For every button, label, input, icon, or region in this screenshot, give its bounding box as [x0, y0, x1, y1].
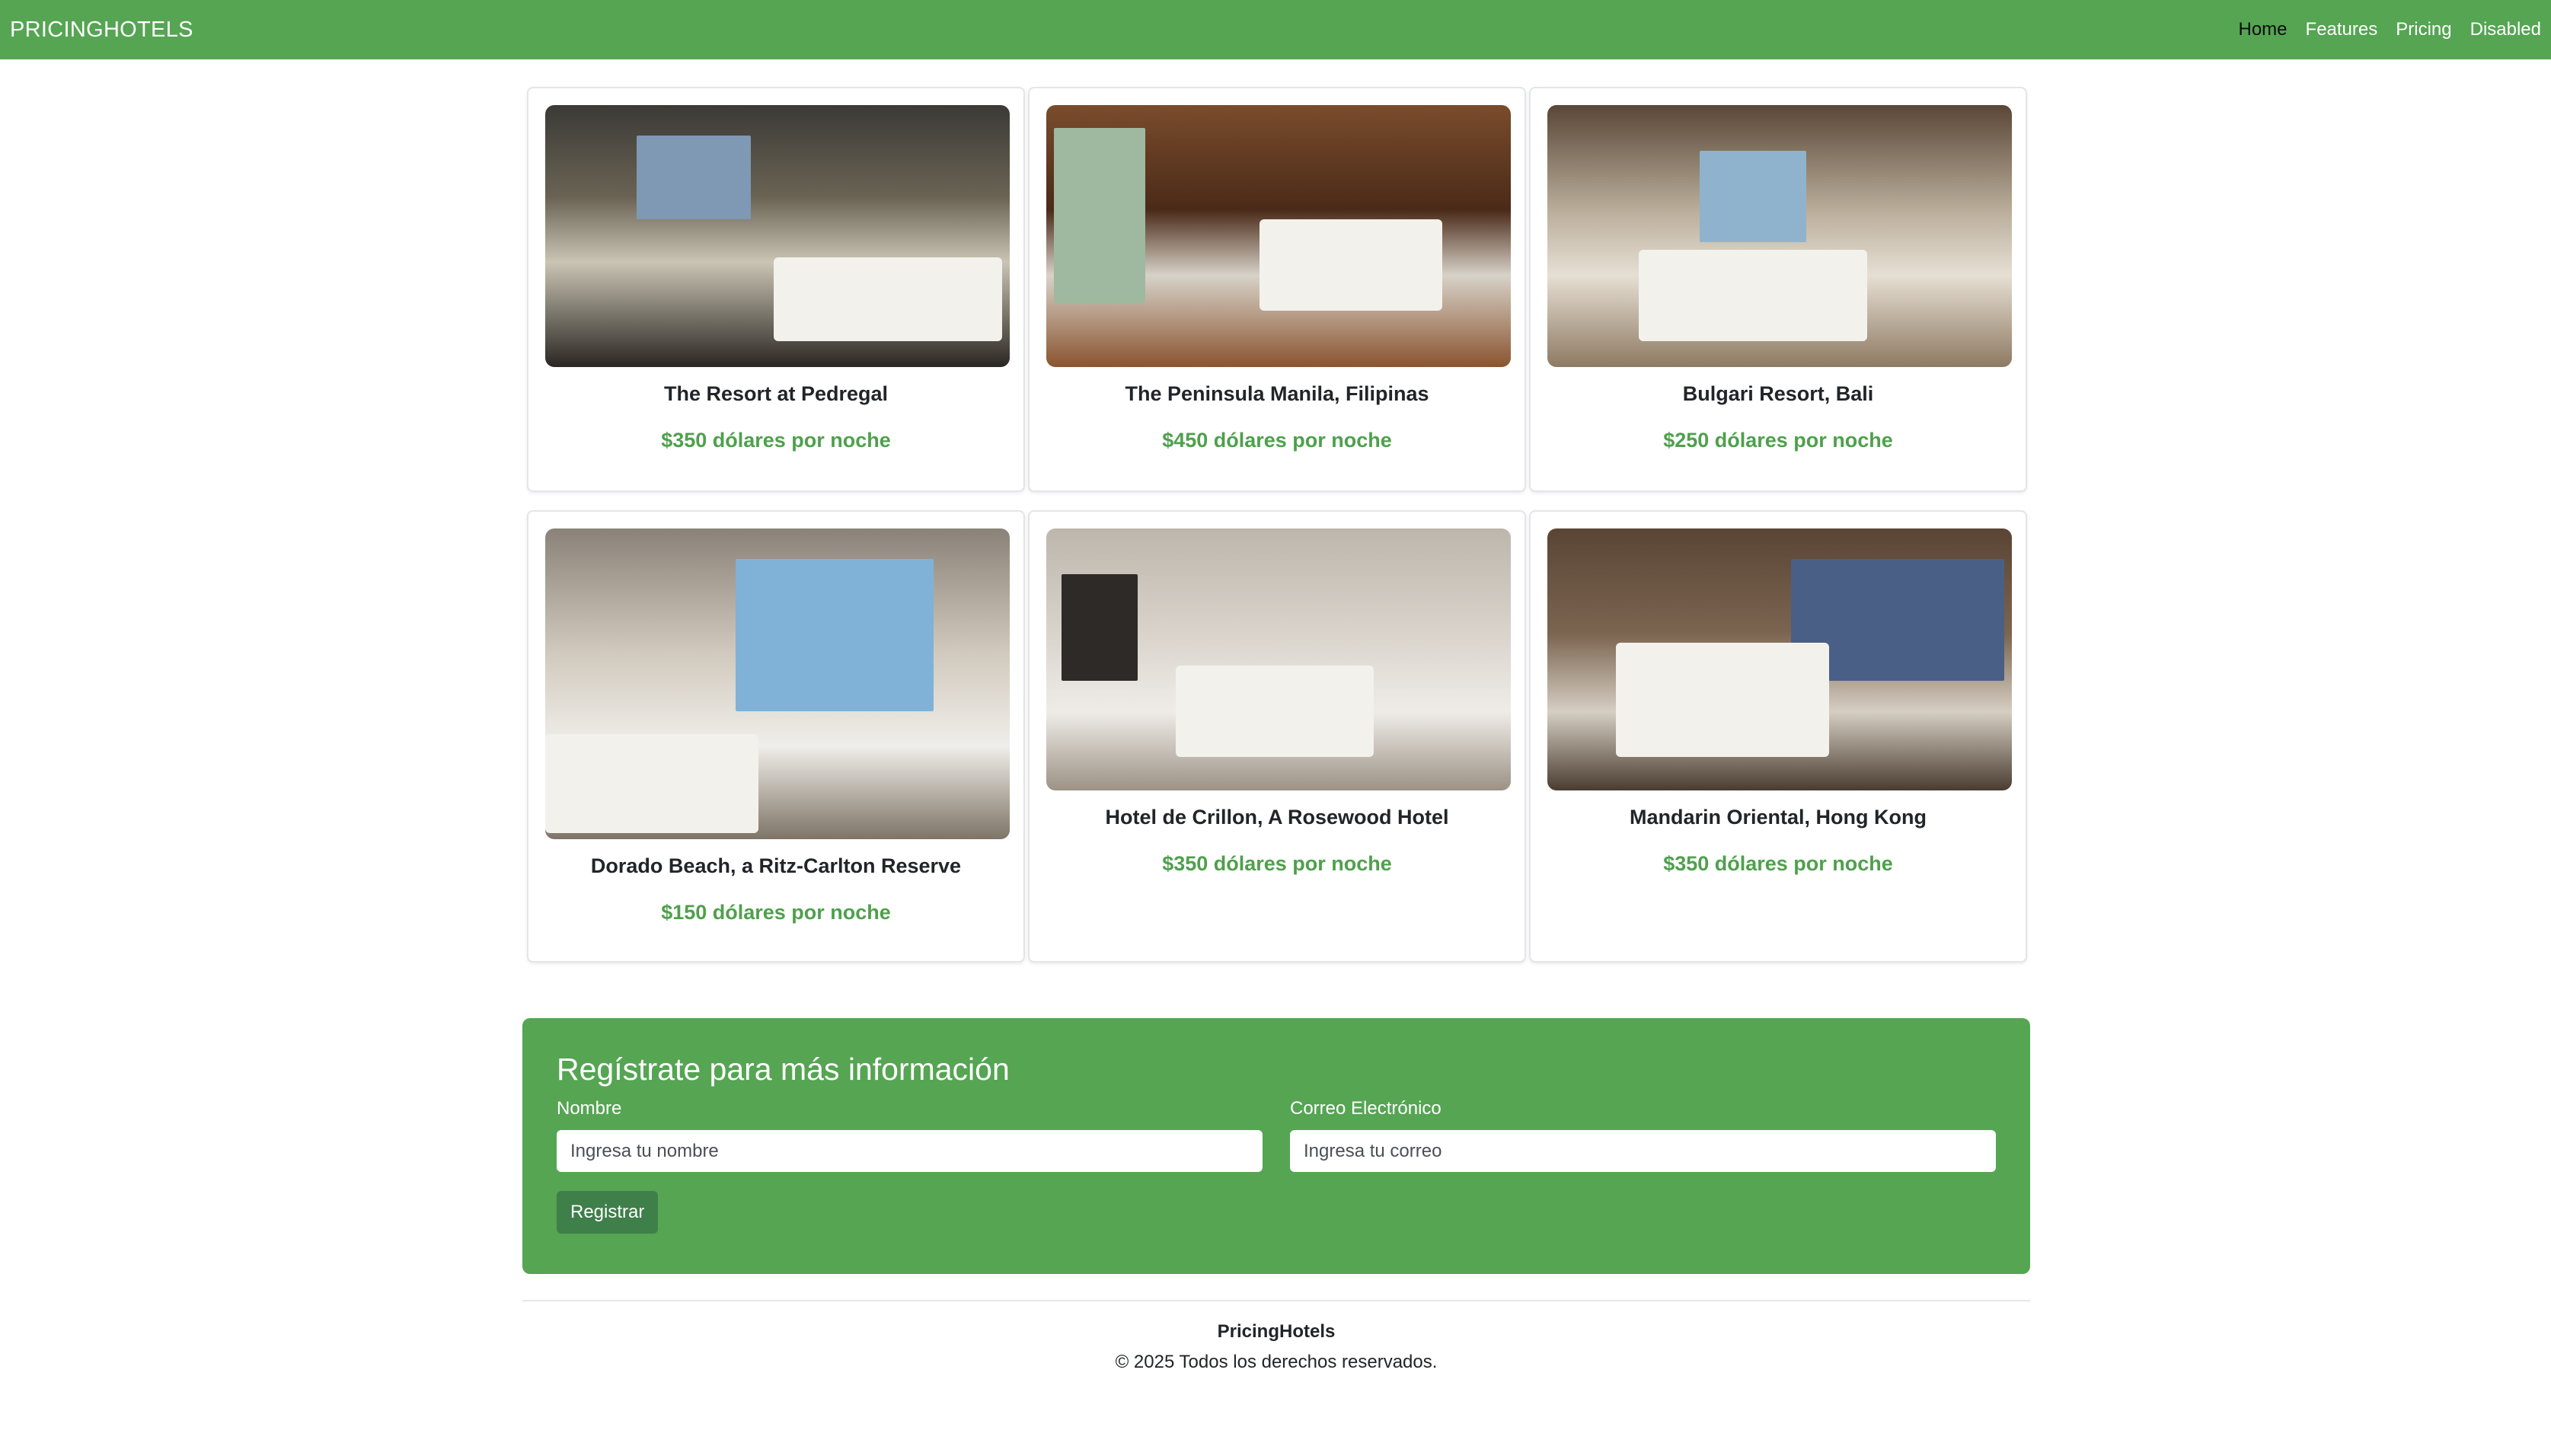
- bed: [1616, 643, 1829, 757]
- footer-copyright: © 2025 Todos los derechos reservados.: [1115, 1352, 1438, 1372]
- bed: [774, 257, 1002, 341]
- nav-link-pricing[interactable]: Pricing: [2396, 19, 2451, 40]
- hotel-price: $350 dólares por noche: [661, 429, 891, 452]
- page-footer: PricingHotels © 2025 Todos los derechos …: [522, 1300, 2030, 1373]
- wall-painting: [1062, 574, 1138, 681]
- hotel-card[interactable]: Dorado Beach, a Ritz-Carlton Reserve $15…: [527, 510, 1025, 963]
- nav-links: Home Features Pricing Disabled: [2239, 19, 2542, 40]
- hotel-name: The Resort at Pedregal: [663, 382, 889, 405]
- nav-link-features[interactable]: Features: [2306, 19, 2378, 40]
- brand-logo-link[interactable]: PRICINGHOTELS: [10, 18, 193, 43]
- bed: [1176, 666, 1374, 757]
- name-field-group: Nombre: [557, 1098, 1263, 1172]
- hotel-card[interactable]: Mandarin Oriental, Hong Kong $350 dólare…: [1529, 510, 2027, 963]
- window-view: [1700, 151, 1806, 242]
- window-view: [736, 559, 934, 711]
- bed: [1639, 250, 1867, 341]
- hotel-photo: [1547, 528, 2012, 790]
- hotel-price: $350 dólares por noche: [1162, 852, 1392, 875]
- name-label: Nombre: [557, 1098, 622, 1119]
- hotel-name: The Peninsula Manila, Filipinas: [1125, 382, 1429, 405]
- hotel-photo: [545, 528, 1010, 839]
- bed: [1260, 219, 1442, 311]
- hotel-name: Hotel de Crillon, A Rosewood Hotel: [1105, 806, 1449, 829]
- registration-fields: Nombre Correo Electrónico: [557, 1098, 1996, 1172]
- nav-link-disabled[interactable]: Disabled: [2470, 19, 2541, 40]
- name-input[interactable]: [557, 1130, 1263, 1172]
- hotel-name: Bulgari Resort, Bali: [1682, 382, 1874, 405]
- hotel-card[interactable]: Hotel de Crillon, A Rosewood Hotel $350 …: [1028, 510, 1526, 963]
- hotel-price: $150 dólares por noche: [661, 901, 891, 924]
- hotel-price: $250 dólares por noche: [1663, 429, 1893, 452]
- footer-brand: PricingHotels: [1217, 1321, 1336, 1342]
- bed: [545, 734, 758, 833]
- hotel-card[interactable]: The Resort at Pedregal $350 dólares por …: [527, 87, 1025, 492]
- hotel-name: Dorado Beach, a Ritz-Carlton Reserve: [590, 854, 962, 877]
- hotel-photo: [1547, 105, 2012, 367]
- hotel-name: Mandarin Oriental, Hong Kong: [1630, 806, 1927, 829]
- top-navbar: PRICINGHOTELS Home Features Pricing Disa…: [0, 0, 2551, 59]
- registration-panel: Regístrate para más información Nombre C…: [522, 1018, 2030, 1274]
- hotel-price: $450 dólares por noche: [1162, 429, 1392, 452]
- hotel-grid: The Resort at Pedregal $350 dólares por …: [527, 87, 2027, 963]
- register-button[interactable]: Registrar: [557, 1191, 659, 1234]
- hotel-photo: [1046, 105, 1511, 367]
- hotel-photo: [545, 105, 1010, 367]
- hotel-card[interactable]: Bulgari Resort, Bali $250 dólares por no…: [1529, 87, 2027, 492]
- email-field-group: Correo Electrónico: [1290, 1098, 1996, 1172]
- registration-title: Regístrate para más información: [557, 1052, 1010, 1087]
- email-input[interactable]: [1290, 1130, 1996, 1172]
- window-view: [1054, 128, 1145, 303]
- hotel-price: $350 dólares por noche: [1663, 852, 1893, 875]
- email-label: Correo Electrónico: [1290, 1098, 1442, 1119]
- window-view: [637, 136, 751, 219]
- hotel-photo: [1046, 528, 1511, 790]
- hotel-card[interactable]: The Peninsula Manila, Filipinas $450 dól…: [1028, 87, 1526, 492]
- nav-link-home[interactable]: Home: [2239, 19, 2288, 40]
